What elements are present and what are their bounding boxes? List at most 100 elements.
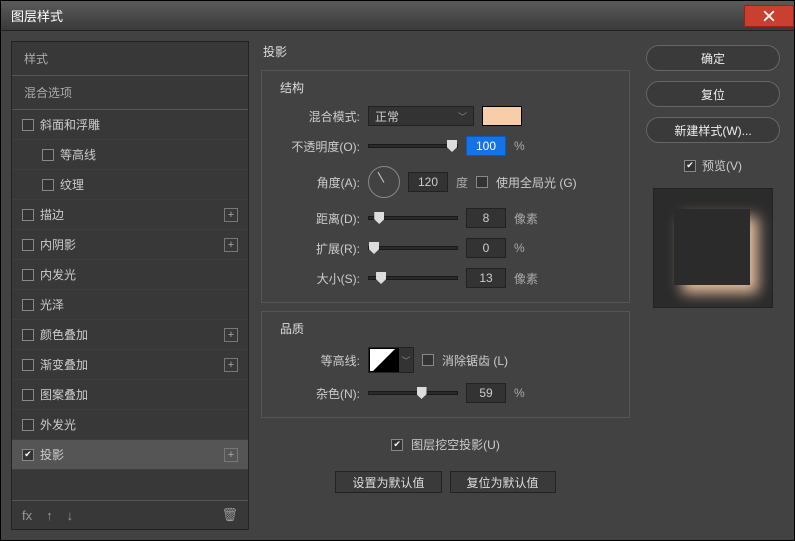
add-effect-icon[interactable]: + — [224, 328, 238, 342]
effect-label: 颜色叠加 — [40, 326, 88, 343]
effects-list: 斜面和浮雕等高线纹理描边+ 内阴影 + 内发光光泽颜色叠加 + 渐变叠加 + 图案叠加外发光投… — [12, 110, 248, 500]
set-default-button[interactable]: 设置为默认值 — [335, 471, 441, 493]
effect-checkbox[interactable] — [42, 149, 54, 161]
sidebar: 样式 混合选项 斜面和浮雕等高线纹理描边+ 内阴影 + 内发光光泽颜色叠加 + 渐变叠加 +… — [11, 41, 249, 530]
effect-checkbox[interactable] — [22, 119, 34, 131]
effect-item-9[interactable]: 图案叠加 — [12, 380, 248, 410]
effect-item-0[interactable]: 斜面和浮雕 — [12, 110, 248, 140]
effect-label: 内阴影 — [40, 236, 76, 253]
add-effect-icon[interactable]: + — [224, 448, 238, 462]
effect-label: 外发光 — [40, 416, 76, 433]
slider-thumb[interactable] — [369, 242, 379, 254]
effect-item-5[interactable]: 内发光 — [12, 260, 248, 290]
ok-button[interactable]: 确定 — [646, 45, 780, 71]
move-up-icon[interactable]: ↑ — [46, 508, 53, 523]
antialias-checkbox[interactable] — [422, 354, 434, 366]
structure-legend: 结构 — [274, 79, 310, 96]
effect-item-4[interactable]: 内阴影 + — [12, 230, 248, 260]
noise-input[interactable]: 59 — [466, 383, 506, 403]
effect-item-7[interactable]: 颜色叠加 + — [12, 320, 248, 350]
angle-input[interactable]: 120 — [408, 172, 448, 192]
add-effect-icon[interactable]: + — [224, 238, 238, 252]
preview-toggle[interactable]: 预览(V) — [646, 157, 780, 174]
trash-icon[interactable]: 🗑 — [221, 507, 238, 523]
angle-dial[interactable] — [368, 166, 400, 198]
size-unit: 像素 — [514, 270, 538, 287]
preview-checkbox[interactable] — [684, 160, 696, 172]
effect-checkbox[interactable] — [22, 449, 34, 461]
effect-item-2[interactable]: 纹理 — [12, 170, 248, 200]
quality-legend: 品质 — [274, 320, 310, 337]
slider-thumb[interactable] — [376, 272, 386, 284]
effect-item-10[interactable]: 外发光 — [12, 410, 248, 440]
reset-default-button[interactable]: 复位为默认值 — [450, 471, 556, 493]
effect-checkbox[interactable] — [22, 359, 34, 371]
effect-item-3[interactable]: 描边+ — [12, 200, 248, 230]
effect-checkbox[interactable] — [22, 239, 34, 251]
opacity-slider[interactable] — [368, 144, 458, 148]
effect-label: 斜面和浮雕 — [40, 116, 100, 133]
blend-mode-select[interactable]: 正常 ﹀ — [368, 106, 474, 126]
fx-menu-icon[interactable]: fx — [22, 508, 32, 523]
size-input[interactable]: 13 — [466, 268, 506, 288]
effect-item-8[interactable]: 渐变叠加 + — [12, 350, 248, 380]
effect-label: 图案叠加 — [40, 386, 88, 403]
opacity-label: 不透明度(O): — [274, 138, 360, 155]
global-light-checkbox[interactable] — [476, 176, 488, 188]
new-style-button[interactable]: 新建样式(W)... — [646, 117, 780, 143]
preview-swatch — [674, 209, 750, 285]
window-title: 图层样式 — [11, 6, 744, 25]
effect-checkbox[interactable] — [22, 329, 34, 341]
effect-label: 渐变叠加 — [40, 356, 88, 373]
contour-dropdown[interactable]: ﹀ — [399, 348, 413, 372]
add-effect-icon[interactable]: + — [224, 208, 238, 222]
distance-label: 距离(D): — [274, 210, 360, 227]
opacity-input[interactable]: 100 — [466, 136, 506, 156]
effect-checkbox[interactable] — [22, 209, 34, 221]
effect-checkbox[interactable] — [42, 179, 54, 191]
slider-thumb[interactable] — [447, 140, 457, 152]
spread-input[interactable]: 0 — [466, 238, 506, 258]
slider-thumb[interactable] — [374, 212, 384, 224]
size-label: 大小(S): — [274, 270, 360, 287]
layer-style-dialog: 图层样式 样式 混合选项 斜面和浮雕等高线纹理描边+ 内阴影 + 内发光光泽颜色叠加 +… — [0, 0, 795, 541]
quality-group: 品质 等高线: ﹀ 消除锯齿 (L) 杂色(N): 59 % — [261, 311, 630, 418]
preview-box — [653, 188, 773, 308]
effect-label: 光泽 — [40, 296, 64, 313]
noise-slider[interactable] — [368, 391, 458, 395]
distance-slider[interactable] — [368, 216, 458, 220]
sidebar-blend-options[interactable]: 混合选项 — [12, 76, 248, 110]
add-effect-icon[interactable]: + — [224, 358, 238, 372]
effect-checkbox[interactable] — [22, 389, 34, 401]
distance-input[interactable]: 8 — [466, 208, 506, 228]
preview-label: 预览(V) — [702, 157, 742, 174]
sidebar-footer: fx ↑ ↓ 🗑 — [12, 500, 248, 529]
contour-picker[interactable]: ﹀ — [368, 347, 414, 373]
chevron-down-icon: ﹀ — [458, 110, 467, 123]
effect-item-11[interactable]: 投影+ — [12, 440, 248, 470]
blend-mode-label: 混合模式: — [274, 108, 360, 125]
effect-checkbox[interactable] — [22, 269, 34, 281]
blend-mode-value: 正常 — [375, 108, 399, 125]
slider-thumb[interactable] — [417, 387, 427, 399]
default-buttons: 设置为默认值 复位为默认值 — [257, 471, 634, 493]
spread-slider[interactable] — [368, 246, 458, 250]
cancel-button[interactable]: 复位 — [646, 81, 780, 107]
sidebar-styles-header[interactable]: 样式 — [12, 42, 248, 76]
close-icon — [763, 10, 775, 22]
effect-item-6[interactable]: 光泽 — [12, 290, 248, 320]
dialog-body: 样式 混合选项 斜面和浮雕等高线纹理描边+ 内阴影 + 内发光光泽颜色叠加 + 渐变叠加 +… — [1, 31, 794, 540]
global-light-label: 使用全局光 (G) — [496, 174, 577, 191]
shadow-color-swatch[interactable] — [482, 106, 522, 126]
chevron-down-icon: ﹀ — [401, 354, 410, 367]
size-slider[interactable] — [368, 276, 458, 280]
effect-checkbox[interactable] — [22, 419, 34, 431]
effect-checkbox[interactable] — [22, 299, 34, 311]
close-button[interactable] — [744, 5, 794, 27]
effect-label: 等高线 — [60, 146, 96, 163]
knockout-checkbox[interactable] — [391, 439, 403, 451]
move-down-icon[interactable]: ↓ — [67, 508, 74, 523]
effect-item-1[interactable]: 等高线 — [12, 140, 248, 170]
contour-label: 等高线: — [274, 352, 360, 369]
antialias-label: 消除锯齿 (L) — [442, 352, 508, 369]
